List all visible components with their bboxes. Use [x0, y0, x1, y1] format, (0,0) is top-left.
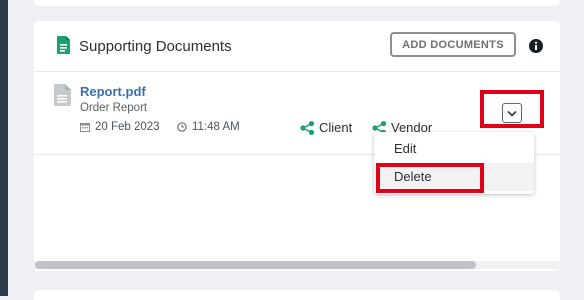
next-card: [34, 290, 560, 300]
share-icon: [300, 120, 315, 135]
left-sidebar-edge: [0, 0, 8, 296]
file-icon: [54, 84, 71, 106]
date-text: 20 Feb 2023: [95, 121, 160, 133]
document-actions-menu: Edit Delete: [374, 132, 534, 194]
menu-item-edit[interactable]: Edit: [374, 135, 534, 163]
share-client: Client: [300, 120, 352, 135]
chevron-down-icon: [507, 110, 517, 117]
document-icon: [57, 36, 70, 54]
time-text: 11:48 AM: [192, 121, 240, 133]
calendar-icon: [80, 123, 90, 132]
file-description: Order Report: [80, 102, 148, 114]
document-actions-toggle[interactable]: [502, 103, 522, 123]
upload-time: 11:48 AM: [177, 121, 240, 133]
file-name-link[interactable]: Report.pdf: [80, 84, 146, 99]
previous-card: [34, 0, 560, 6]
section-title: Supporting Documents: [79, 38, 232, 55]
card-header: Supporting Documents ADD DOCUMENTS: [34, 21, 560, 72]
add-documents-button[interactable]: ADD DOCUMENTS: [390, 32, 516, 57]
upload-date: 20 Feb 2023: [80, 121, 160, 133]
clock-icon: [177, 122, 187, 132]
scrollbar-thumb[interactable]: [35, 261, 476, 269]
share-client-label: Client: [319, 120, 353, 135]
info-icon[interactable]: [529, 39, 543, 53]
menu-item-delete[interactable]: Delete: [374, 163, 534, 191]
horizontal-scrollbar[interactable]: [34, 261, 560, 269]
